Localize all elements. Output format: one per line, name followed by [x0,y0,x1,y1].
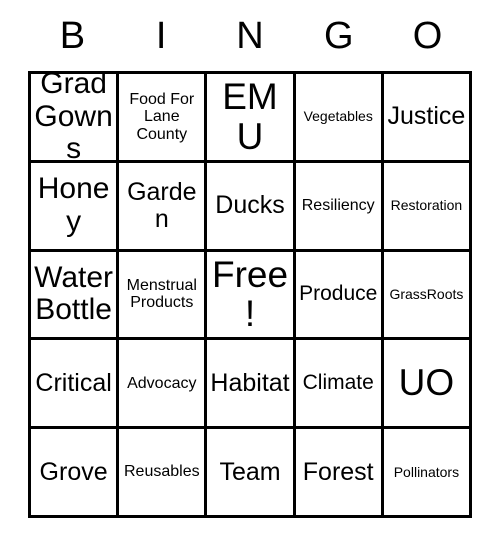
bingo-cell[interactable]: Team [207,429,296,518]
bingo-cell[interactable]: Resiliency [295,162,384,252]
bingo-cell[interactable]: Food For Lane County [119,74,208,163]
bingo-cell-label: Reusables [124,463,200,481]
bingo-cell[interactable]: Climate [295,340,384,430]
bingo-row: Grove Reusables Team Forest Pollinators [31,429,473,518]
bingo-cell-label: Habitat [210,368,290,397]
bingo-cell-label: Menstrual Products [126,277,197,312]
bingo-cell[interactable]: Produce [295,251,384,341]
bingo-cell-label: EMU [222,75,278,157]
bingo-cell-label: Produce [299,282,378,306]
bingo-cell-label: Vegetables [303,108,373,125]
bingo-row: Critical Advocacy Habitat Climate UO [31,340,473,430]
bingo-grid: Grad Gowns Food For Lane County EMU Vege… [28,71,473,518]
bingo-cell-label: Honey [37,172,110,238]
bingo-row: Honey Garden Ducks Resiliency Restoratio… [31,162,473,252]
bingo-cell-label: Restoration [390,197,463,214]
bingo-row: Grad Gowns Food For Lane County EMU Vege… [31,74,473,163]
bingo-cell-label: Garden [127,177,197,233]
bingo-cell[interactable]: Grove [31,429,120,518]
bingo-cell[interactable]: Ducks [207,162,296,252]
bingo-cell-label: Justice [387,102,466,131]
bingo-cell[interactable]: Vegetables [295,74,384,163]
bingo-cell-label: Climate [302,370,374,394]
bingo-header-letter-n: N [236,14,264,57]
bingo-cell-label: GrassRoots [389,285,464,302]
bingo-cell-label: Ducks [215,191,285,220]
bingo-cell[interactable]: Pollinators [383,429,473,518]
bingo-cell[interactable]: EMU [207,74,296,163]
bingo-header-letter-b: B [59,14,86,57]
bingo-cell-label: Grove [39,457,108,486]
bingo-header-row: B I N G O [28,0,472,71]
bingo-cell-label: Critical [35,368,112,397]
bingo-cell-free[interactable]: Free! [207,251,296,341]
bingo-cell[interactable]: UO [383,340,473,430]
bingo-cell[interactable]: Restoration [383,162,473,252]
bingo-header-letter-o: O [412,14,443,57]
bingo-cell[interactable]: Forest [295,429,384,518]
bingo-cell[interactable]: Advocacy [119,340,208,430]
bingo-cell[interactable]: Critical [31,340,120,430]
bingo-cell-label: Food For Lane County [129,91,195,143]
bingo-cell-label: Water Bottle [34,261,114,327]
bingo-cell[interactable]: Justice [383,74,473,163]
bingo-cell[interactable]: Honey [31,162,120,252]
bingo-header-letter-i: I [155,14,167,57]
bingo-cell-label: Advocacy [127,374,197,392]
bingo-cell[interactable]: Reusables [119,429,208,518]
bingo-cell[interactable]: Habitat [207,340,296,430]
bingo-cell-label: Free! [211,253,289,335]
bingo-cell-label: Grad Gowns [34,74,113,163]
bingo-cell-label: Pollinators [393,463,460,480]
bingo-cell-label: UO [398,362,455,404]
bingo-cell-label: Team [219,457,281,486]
bingo-cell[interactable]: Menstrual Products [119,251,208,341]
bingo-cell-label: Resiliency [301,197,375,215]
bingo-header-letter-g: G [324,14,354,57]
bingo-row: Water Bottle Menstrual Products Free! Pr… [31,251,473,341]
bingo-cell[interactable]: Grad Gowns [31,74,120,163]
bingo-cell[interactable]: GrassRoots [383,251,473,341]
bingo-cell-label: Forest [302,457,374,486]
bingo-cell[interactable]: Water Bottle [31,251,120,341]
bingo-cell[interactable]: Garden [119,162,208,252]
bingo-card: B I N G O Grad Gowns Food For Lane Count… [28,0,473,518]
